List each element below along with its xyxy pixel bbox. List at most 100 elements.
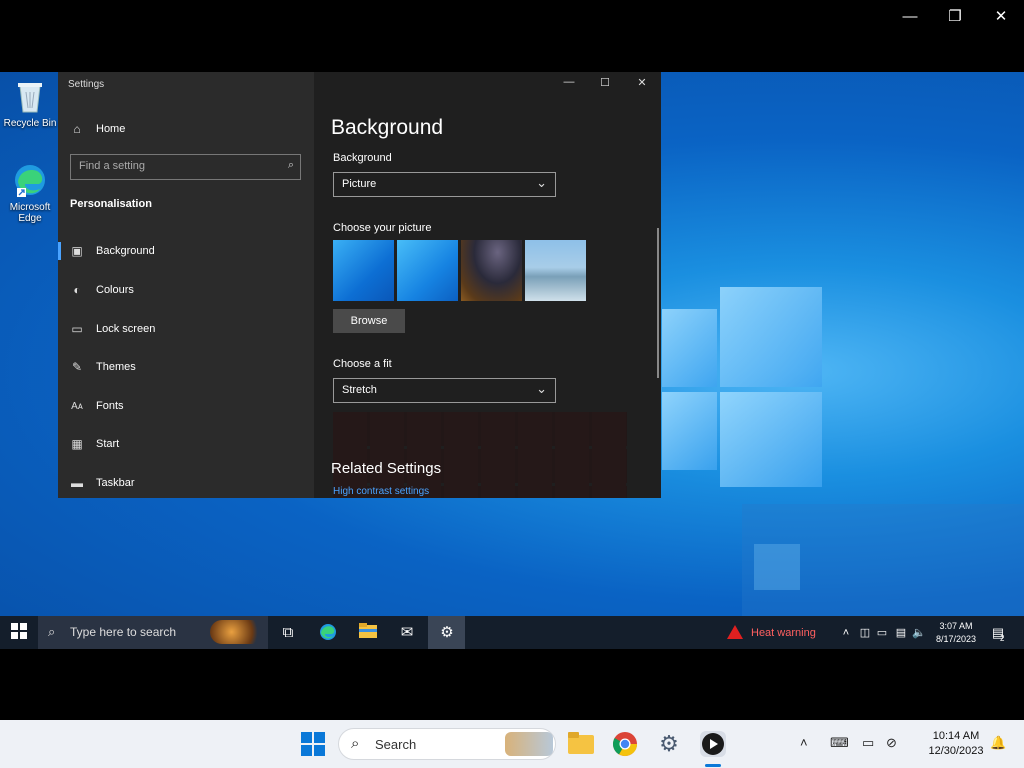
windows11-start-icon[interactable] <box>300 731 326 757</box>
edge-taskbar-icon[interactable] <box>318 623 338 643</box>
sidebar-item-colours[interactable]: ◐ Colours <box>58 273 314 307</box>
search-icon: ⌕ <box>351 735 360 752</box>
recycle-bin-icon <box>13 78 47 114</box>
media-player-icon[interactable] <box>700 731 726 757</box>
desktop-icon-label: Microsoft Edge <box>9 202 51 224</box>
fit-dropdown[interactable]: Stretch ⌄ <box>333 378 556 403</box>
warning-icon <box>727 625 743 639</box>
guest-desktop: Recycle Bin Microsoft Edge Settings ⌂ Ho… <box>0 72 1024 616</box>
lock-screen-icon: ▭ <box>71 322 83 336</box>
file-explorer-icon[interactable] <box>358 623 378 643</box>
sidebar-item-label: Fonts <box>96 400 124 412</box>
host-file-explorer-icon[interactable] <box>568 731 594 757</box>
clock-time: 10:14 AM <box>932 730 980 742</box>
sidebar-item-fonts[interactable]: Aᴀ Fonts <box>58 389 314 423</box>
fonts-icon: Aᴀ <box>71 400 83 412</box>
host-search-input[interactable]: ⌕ Search <box>338 728 556 760</box>
mail-icon[interactable]: ✉ <box>397 623 417 643</box>
sidebar-item-label: Background <box>96 245 155 257</box>
sidebar-item-lock-screen[interactable]: ▭ Lock screen <box>58 312 314 346</box>
sidebar-item-label: Themes <box>96 361 136 373</box>
edge-icon <box>13 162 47 198</box>
network-off-icon[interactable]: ⊘ <box>886 735 897 751</box>
bell-icon[interactable]: 🔔 <box>990 735 1006 751</box>
high-contrast-link[interactable]: High contrast settings <box>333 486 429 497</box>
guest-clock[interactable]: 3:07 AM 8/17/2023 <box>930 620 982 646</box>
find-setting-input[interactable]: Find a setting ⌕ <box>70 154 301 180</box>
sidebar-item-background[interactable]: ▣ Background <box>58 234 314 268</box>
background-label: Background <box>333 152 392 164</box>
sidebar-item-label: Home <box>96 123 126 135</box>
notification-icon[interactable]: ▤ <box>988 623 1008 643</box>
host-restore-button[interactable]: ❐ <box>940 6 970 28</box>
related-settings-heading: Related Settings <box>331 460 442 477</box>
taskbar-icon: ▬ <box>71 476 83 490</box>
clock-date: 12/30/2023 <box>928 745 984 757</box>
heat-warning-label: Heat warning <box>751 627 816 639</box>
taskbar-search-input[interactable]: ⌕ Type here to search <box>38 616 268 649</box>
windows-logo-wallpaper <box>662 287 822 487</box>
desktop-icon-edge[interactable]: Microsoft Edge <box>2 162 58 224</box>
network-icon[interactable]: ▤ <box>891 623 911 643</box>
brush-icon: ✎ <box>71 360 83 374</box>
scrollbar[interactable] <box>657 228 659 378</box>
sidebar-item-home[interactable]: ⌂ Home <box>58 112 314 146</box>
sidebar-item-label: Taskbar <box>96 477 135 489</box>
browse-button[interactable]: Browse <box>333 309 405 333</box>
start-icon: ▦ <box>71 437 83 451</box>
background-type-dropdown[interactable]: Picture ⌄ <box>333 172 556 197</box>
search-highlight-image <box>210 620 264 644</box>
settings-window[interactable]: Settings ⌂ Home Find a setting ⌕ Persona… <box>58 72 661 498</box>
sidebar-item-themes[interactable]: ✎ Themes <box>58 350 314 384</box>
dropdown-value: Stretch <box>342 384 377 396</box>
search-placeholder: Find a setting <box>79 160 146 172</box>
windows-start-icon[interactable] <box>9 623 29 643</box>
image-icon: ▣ <box>71 244 83 258</box>
picture-thumbnail-3[interactable] <box>461 240 522 301</box>
gear-icon: ⚙ <box>440 624 454 641</box>
home-icon: ⌂ <box>73 122 81 136</box>
host-title-bar: — ❐ ✕ <box>0 0 1024 72</box>
chevron-up-icon[interactable]: ˄ <box>836 623 856 643</box>
host-minimize-button[interactable]: — <box>895 6 925 28</box>
host-clock[interactable]: 10:14 AM 12/30/2023 <box>916 729 996 759</box>
settings-taskbar-button[interactable]: ⚙ <box>428 616 465 649</box>
settings-sidebar: Settings ⌂ Home Find a setting ⌕ Persona… <box>58 72 314 498</box>
sidebar-item-taskbar[interactable]: ▬ Taskbar <box>58 466 314 500</box>
picture-thumbnail-1[interactable] <box>333 240 394 301</box>
settings-content: — ☐ ✕ Background Background Picture ⌄ Ch… <box>314 72 661 498</box>
fit-label: Choose a fit <box>333 358 392 370</box>
battery-icon[interactable]: ▭ <box>872 623 892 643</box>
keyboard-icon[interactable]: ⌨ <box>830 735 849 751</box>
palette-icon: ◐ <box>73 283 81 297</box>
display-icon[interactable]: ▭ <box>862 735 874 751</box>
choose-picture-label: Choose your picture <box>333 222 432 234</box>
picture-thumbnail-2[interactable] <box>397 240 458 301</box>
task-view-icon[interactable]: ⧉ <box>278 623 298 643</box>
chrome-icon[interactable] <box>612 731 638 757</box>
host-close-button[interactable]: ✕ <box>986 6 1016 28</box>
sidebar-item-label: Start <box>96 438 120 450</box>
minimize-button[interactable]: — <box>554 76 584 92</box>
host-taskbar: ⌕ Search ⚙ ˄ ⌨ ▭ ⊘ 10:14 AM 12/30/2023 🔔 <box>0 720 1024 768</box>
sidebar-item-label: Colours <box>96 284 134 296</box>
host-settings-gear-icon[interactable]: ⚙ <box>656 731 682 757</box>
guest-taskbar: ⌕ Type here to search ⧉ ✉ ⚙ Heat warning… <box>0 616 1024 649</box>
chevron-up-icon[interactable]: ˄ <box>800 735 808 750</box>
desktop-icon-recycle-bin[interactable]: Recycle Bin <box>2 78 58 129</box>
picture-thumbnail-4[interactable] <box>525 240 586 301</box>
volume-icon[interactable]: 🔈 <box>909 623 929 643</box>
search-highlight-image <box>505 732 553 756</box>
maximize-button[interactable]: ☐ <box>590 76 620 92</box>
search-placeholder: Search <box>375 737 417 752</box>
close-button[interactable]: ✕ <box>627 76 657 92</box>
desktop-icon-label: Recycle Bin <box>3 118 57 129</box>
search-placeholder: Type here to search <box>70 625 177 639</box>
heat-warning[interactable]: Heat warning <box>727 625 816 639</box>
page-title: Background <box>331 116 444 139</box>
sidebar-item-start[interactable]: ▦ Start <box>58 427 314 461</box>
sidebar-item-label: Lock screen <box>96 323 156 335</box>
section-heading: Personalisation <box>70 198 152 210</box>
faded-notification <box>742 504 1024 616</box>
window-title: Settings <box>68 79 105 90</box>
